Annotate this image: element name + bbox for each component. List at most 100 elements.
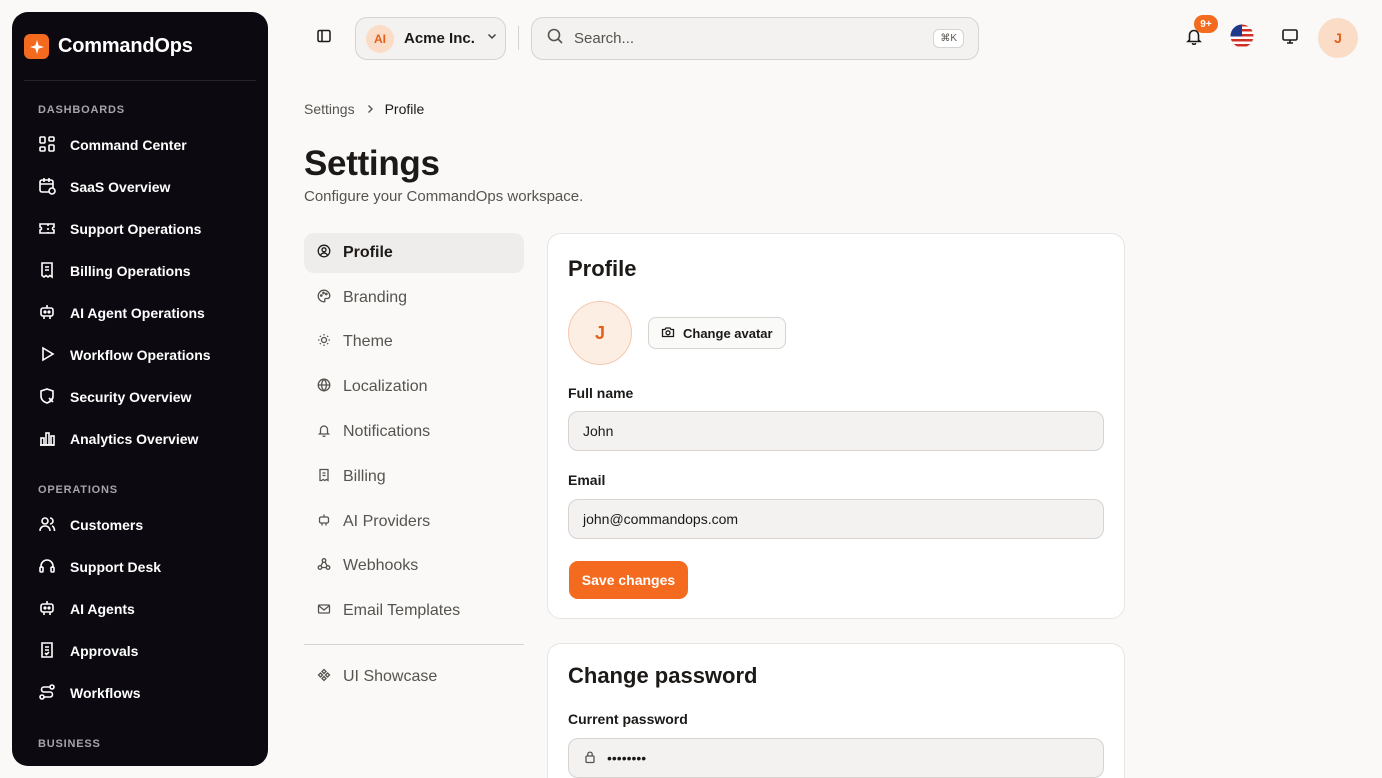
topbar-divider (518, 26, 519, 50)
sidebar-toggle-button[interactable] (310, 24, 338, 52)
brand-name: CommandOps (58, 35, 193, 57)
change-password-card: Change password Current password •••••••… (547, 643, 1125, 778)
sidebar-item-label: AI Agent Operations (70, 305, 205, 321)
chevron-right-icon (365, 101, 375, 117)
ticket-icon (38, 219, 56, 240)
section-label-operations: OPERATIONS (38, 484, 118, 496)
sidebar-item-workflows[interactable]: Workflows (26, 675, 254, 711)
org-switcher[interactable]: AI Acme Inc. (355, 17, 506, 60)
sidebar-divider (24, 80, 256, 81)
settings-nav-ai-providers[interactable]: AI Providers (304, 502, 524, 542)
settings-nav-theme[interactable]: Theme (304, 322, 524, 362)
settings-nav-localization[interactable]: Localization (304, 367, 524, 407)
profile-card-title: Profile (568, 256, 637, 281)
play-icon (38, 345, 56, 366)
settings-nav-label: Localization (343, 378, 428, 395)
dashboard-grid-icon (38, 135, 56, 156)
settings-nav-label: Billing (343, 468, 386, 485)
settings-nav-notifications[interactable]: Notifications (304, 412, 524, 452)
user-circle-icon (317, 244, 331, 263)
brand[interactable]: CommandOps (24, 34, 193, 59)
headset-icon (38, 557, 56, 578)
settings-nav-billing[interactable]: Billing (304, 457, 524, 497)
globe-icon (317, 377, 331, 397)
bell-icon (317, 423, 331, 442)
us-flag-icon (1230, 24, 1254, 53)
user-avatar-button[interactable]: J (1318, 18, 1358, 58)
search-icon (546, 27, 564, 50)
breadcrumb-settings-link[interactable]: Settings (304, 101, 355, 117)
calendar-clock-icon (38, 177, 56, 198)
current-password-label: Current password (568, 711, 688, 727)
email-value: john@commandops.com (583, 511, 739, 527)
change-avatar-label: Change avatar (683, 325, 773, 341)
display-mode-button[interactable] (1274, 22, 1306, 54)
sidebar-item-command-center[interactable]: Command Center (26, 127, 254, 163)
settings-nav-label: Profile (343, 244, 393, 261)
lock-icon (583, 750, 597, 767)
sidebar-item-label: Workflows (70, 685, 141, 701)
sidebar-item-workflow-operations[interactable]: Workflow Operations (26, 337, 254, 373)
sidebar-item-label: Command Center (70, 137, 187, 153)
profile-card: Profile J Change avatar Full name John E… (547, 233, 1125, 619)
current-password-field[interactable]: •••••••• (568, 738, 1104, 778)
receipt-icon (317, 468, 331, 487)
route-icon (38, 683, 56, 704)
sidebar-item-label: SaaS Overview (70, 179, 171, 195)
bot-icon (38, 599, 56, 620)
sidebar-item-label: Support Operations (70, 221, 202, 237)
settings-nav-webhooks[interactable]: Webhooks (304, 546, 524, 586)
settings-nav-divider (304, 644, 524, 645)
change-password-title: Change password (568, 663, 758, 688)
panel-left-icon (316, 28, 332, 49)
sidebar-item-security-overview[interactable]: Security Overview (26, 379, 254, 415)
camera-icon (661, 325, 675, 342)
settings-nav-label: AI Providers (343, 513, 431, 530)
clipboard-check-icon (38, 641, 56, 662)
mail-icon (317, 602, 331, 621)
search-shortcut: ⌘K (933, 29, 964, 48)
page-title: Settings (304, 144, 440, 183)
chevron-down-icon (485, 29, 499, 48)
settings-nav-label: Email Templates (343, 602, 461, 619)
email-field[interactable]: john@commandops.com (568, 499, 1104, 539)
sidebar-item-label: AI Agents (70, 601, 135, 617)
page-subtitle: Configure your CommandOps workspace. (304, 188, 584, 205)
sidebar-item-support-operations[interactable]: Support Operations (26, 211, 254, 247)
search-input[interactable]: Search... ⌘K (531, 17, 979, 60)
settings-nav-label: Notifications (343, 423, 431, 440)
email-label: Email (568, 472, 606, 488)
sidebar-item-support-desk[interactable]: Support Desk (26, 549, 254, 585)
bot-icon (38, 303, 56, 324)
sidebar-item-saas-overview[interactable]: SaaS Overview (26, 169, 254, 205)
sidebar-item-label: Customers (70, 517, 144, 533)
bot-icon (317, 513, 331, 532)
save-changes-button[interactable]: Save changes (569, 561, 688, 599)
full-name-field[interactable]: John (568, 411, 1104, 451)
webhook-icon (317, 557, 331, 576)
sidebar-item-ai-agents[interactable]: AI Agents (26, 591, 254, 627)
sidebar-item-label: Analytics Overview (70, 431, 199, 447)
sidebar-item-analytics-overview[interactable]: Analytics Overview (26, 421, 254, 457)
change-avatar-button[interactable]: Change avatar (648, 317, 786, 349)
sidebar-item-label: Workflow Operations (70, 347, 211, 363)
section-label-business: BUSINESS (38, 738, 101, 750)
sidebar-item-billing-operations[interactable]: Billing Operations (26, 253, 254, 289)
notification-count-badge: 9+ (1194, 15, 1218, 33)
breadcrumb: Settings Profile (304, 101, 424, 117)
sidebar-item-ai-agent-operations[interactable]: AI Agent Operations (26, 295, 254, 331)
settings-nav-ui-showcase[interactable]: UI Showcase (304, 657, 524, 697)
sidebar-item-approvals[interactable]: Approvals (26, 633, 254, 669)
language-button[interactable] (1226, 22, 1258, 54)
settings-nav-email-templates[interactable]: Email Templates (304, 591, 524, 631)
search-placeholder: Search... (574, 30, 635, 47)
sidebar-item-customers[interactable]: Customers (26, 507, 254, 543)
settings-nav-branding[interactable]: Branding (304, 278, 524, 318)
org-name: Acme Inc. (404, 30, 475, 47)
sidebar-item-label: Approvals (70, 643, 139, 659)
shield-x-icon (38, 387, 56, 408)
settings-nav-label: Branding (343, 289, 408, 306)
settings-nav-label: UI Showcase (343, 668, 438, 685)
settings-nav-profile[interactable]: Profile (304, 233, 524, 273)
full-name-value: John (583, 423, 614, 439)
